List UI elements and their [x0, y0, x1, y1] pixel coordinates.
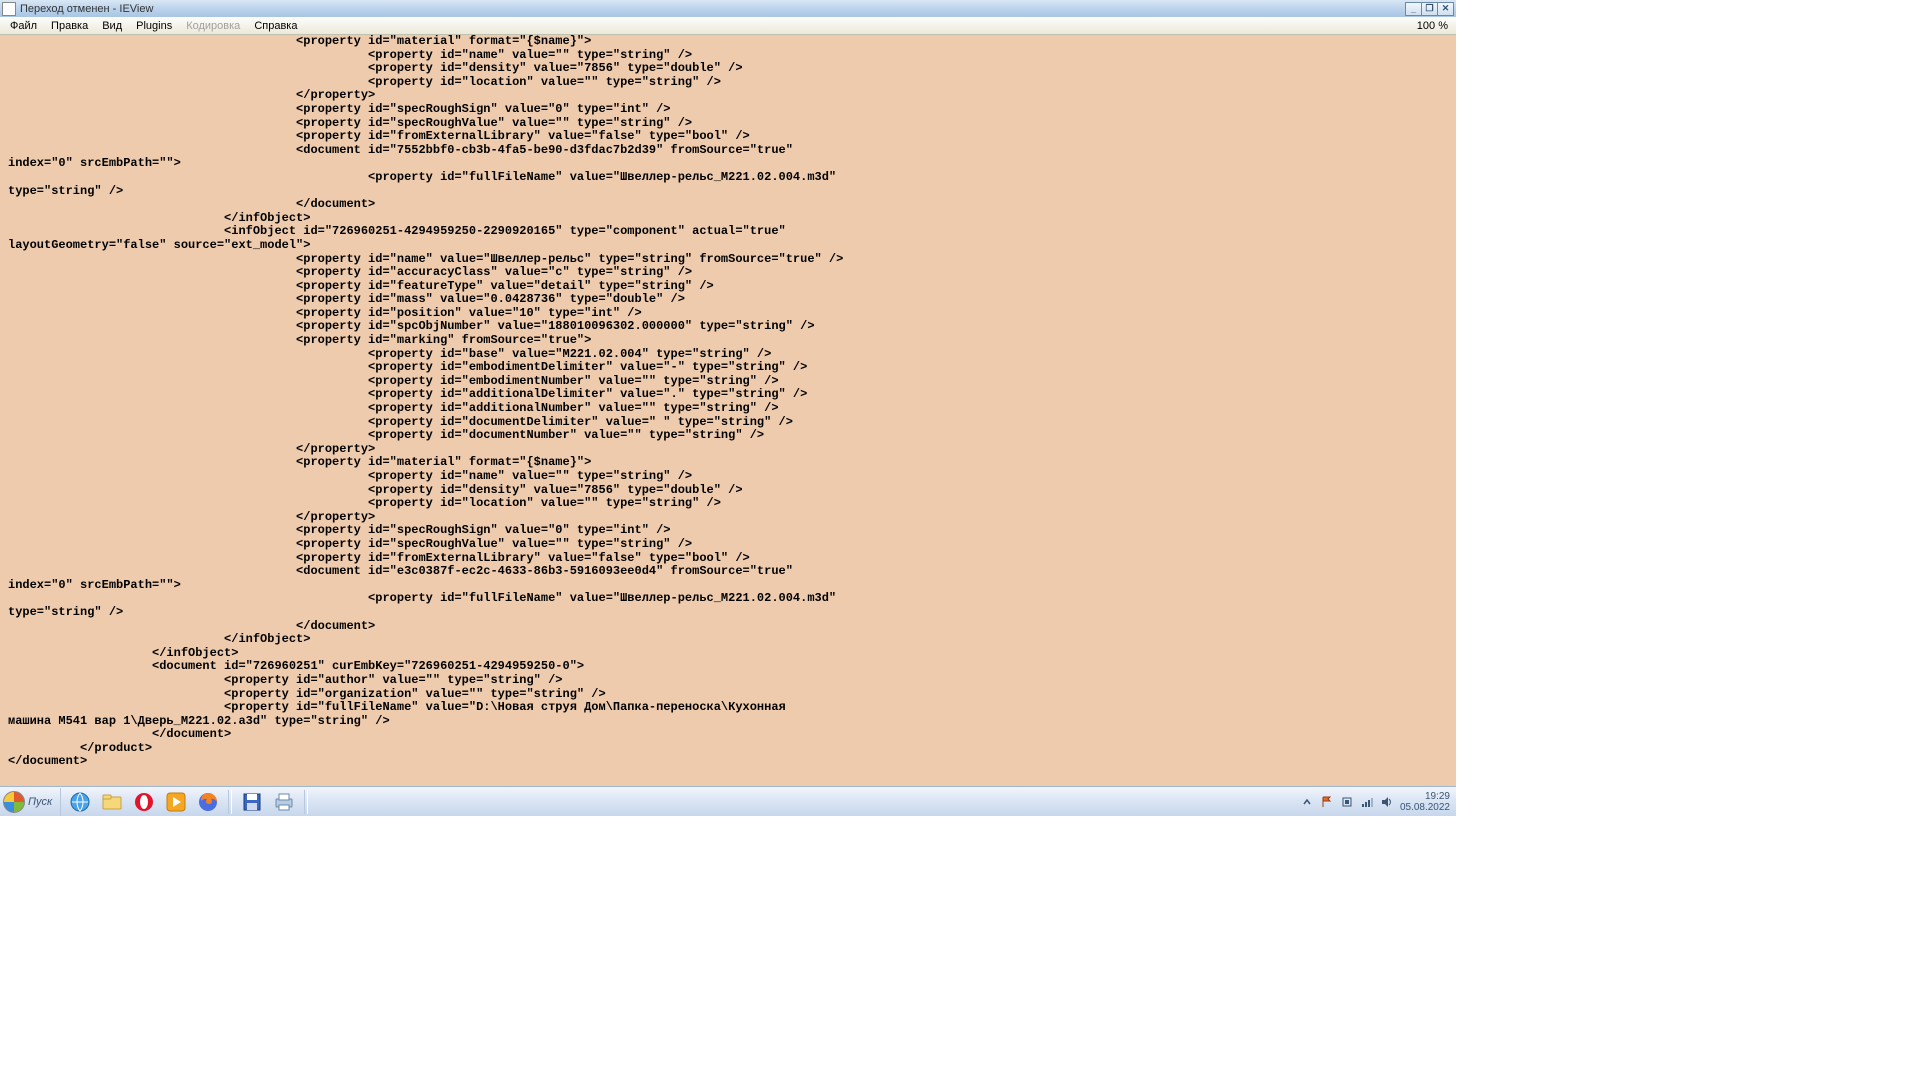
document-content[interactable]: <property id="material" format="{$name}"… [0, 35, 1456, 786]
quick-launch [61, 789, 315, 815]
minimize-button[interactable]: _ [1405, 2, 1422, 16]
start-button[interactable]: Пуск [0, 788, 61, 816]
save-icon[interactable] [239, 789, 265, 815]
window-controls: _ ❐ ✕ [1406, 2, 1454, 16]
titlebar: Переход отменен - IEView _ ❐ ✕ [0, 0, 1456, 17]
menu-plugins[interactable]: Plugins [129, 20, 179, 32]
maximize-button[interactable]: ❐ [1421, 2, 1438, 16]
menu-file[interactable]: Файл [3, 20, 44, 32]
zoom-level[interactable]: 100 % [1410, 20, 1456, 32]
menu-help[interactable]: Справка [247, 20, 304, 32]
menu-edit[interactable]: Правка [44, 20, 95, 32]
clock[interactable]: 19:29 05.08.2022 [1400, 791, 1450, 813]
menu-view[interactable]: Вид [95, 20, 129, 32]
explorer-icon[interactable] [99, 789, 125, 815]
device-icon[interactable] [1340, 795, 1354, 809]
clock-date: 05.08.2022 [1400, 802, 1450, 813]
menu-encoding: Кодировка [179, 20, 247, 32]
start-label: Пуск [28, 796, 52, 808]
clock-time: 19:29 [1400, 791, 1450, 802]
window-title: Переход отменен - IEView [20, 3, 1406, 15]
menubar: Файл Правка Вид Plugins Кодировка Справк… [0, 17, 1456, 35]
taskbar-separator [304, 790, 308, 814]
firefox-icon[interactable] [195, 789, 221, 815]
close-button[interactable]: ✕ [1437, 2, 1454, 16]
media-player-icon[interactable] [163, 789, 189, 815]
printer-icon[interactable] [271, 789, 297, 815]
volume-icon[interactable] [1380, 795, 1394, 809]
chevron-up-icon[interactable] [1300, 795, 1314, 809]
ie-icon[interactable] [67, 789, 93, 815]
taskbar-separator [228, 790, 232, 814]
taskbar: Пуск [0, 786, 1456, 816]
app-icon [2, 2, 16, 16]
opera-icon[interactable] [131, 789, 157, 815]
network-icon[interactable] [1360, 795, 1374, 809]
windows-orb-icon [3, 791, 25, 813]
flag-icon[interactable] [1320, 795, 1334, 809]
system-tray: 19:29 05.08.2022 [1294, 791, 1456, 813]
